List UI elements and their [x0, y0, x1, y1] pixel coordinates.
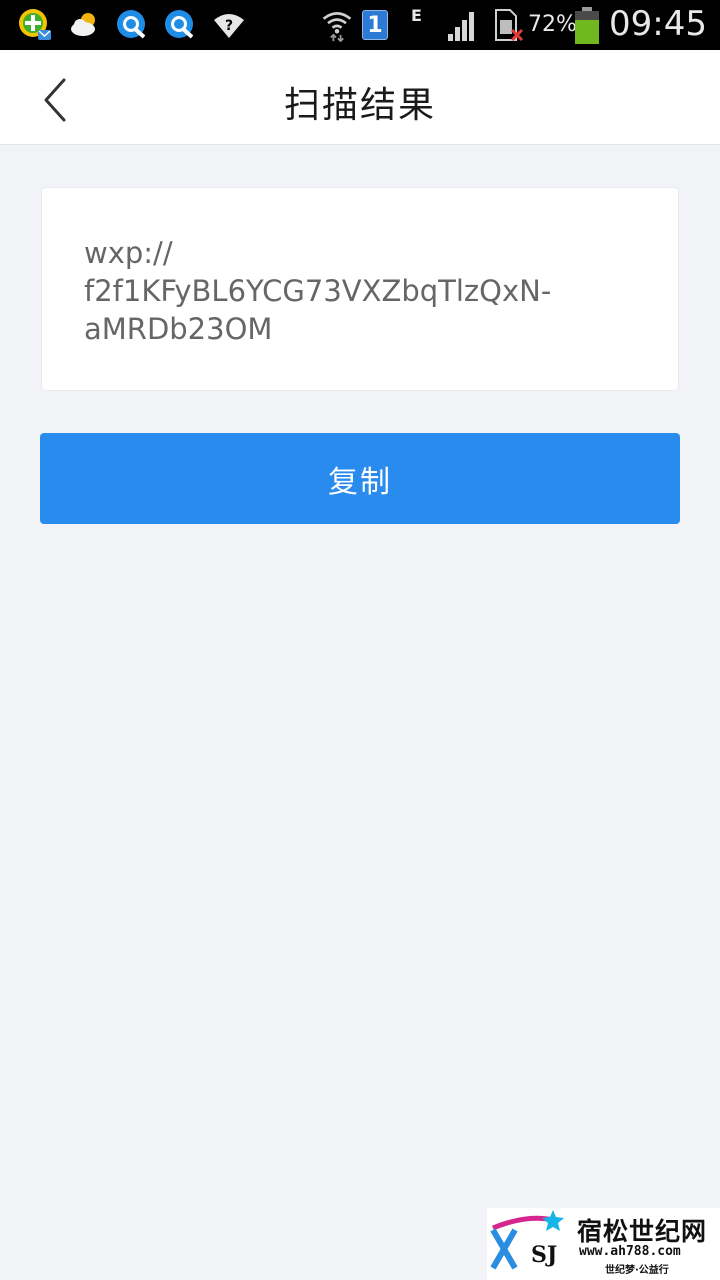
sim-slot-label: 1 — [367, 13, 383, 38]
site-watermark: SJ 宿松世纪网 www.ah788.com 世纪梦·公益行 — [487, 1208, 720, 1280]
page-title: 扫描结果 — [283, 85, 436, 126]
battery-percent: 72% — [528, 12, 577, 37]
result-line: aMRDb23OM — [84, 312, 273, 346]
copy-button[interactable]: 复制 — [40, 433, 680, 524]
app-header: 扫描结果 — [0, 50, 720, 145]
browser-q-icon — [117, 10, 146, 39]
svg-text:?: ? — [225, 18, 233, 34]
add-mail-app-icon — [19, 9, 51, 40]
network-type: E — [411, 6, 422, 25]
signal-icon — [448, 12, 474, 41]
no-sim-icon — [495, 9, 524, 42]
weather-icon — [71, 13, 95, 36]
browser-q-icon — [165, 10, 194, 39]
result-line: wxp:// — [84, 236, 173, 270]
result-card: wxp:// f2f1KFyBL6YCG73VXZbqTlzQxN- aMRDb… — [42, 188, 678, 390]
sim-1-icon: 1 — [362, 10, 388, 40]
battery-icon — [575, 7, 599, 44]
wifi-icon — [322, 12, 352, 42]
wifi-question-icon: ? — [214, 14, 244, 38]
logo-letters: SJ — [531, 1242, 557, 1268]
clock: 09:45 — [609, 4, 707, 44]
status-bar: ? 1 E 72% 09:45 — [0, 0, 720, 50]
site-url: www.ah788.com — [579, 1244, 681, 1259]
site-slogan: 世纪梦·公益行 — [605, 1265, 669, 1276]
scan-result-text[interactable]: wxp:// f2f1KFyBL6YCG73VXZbqTlzQxN- aMRDb… — [84, 234, 644, 348]
site-name: 宿松世纪网 — [577, 1217, 708, 1246]
site-logo-icon: SJ — [490, 1210, 564, 1270]
result-line: f2f1KFyBL6YCG73VXZbqTlzQxN- — [84, 274, 552, 308]
